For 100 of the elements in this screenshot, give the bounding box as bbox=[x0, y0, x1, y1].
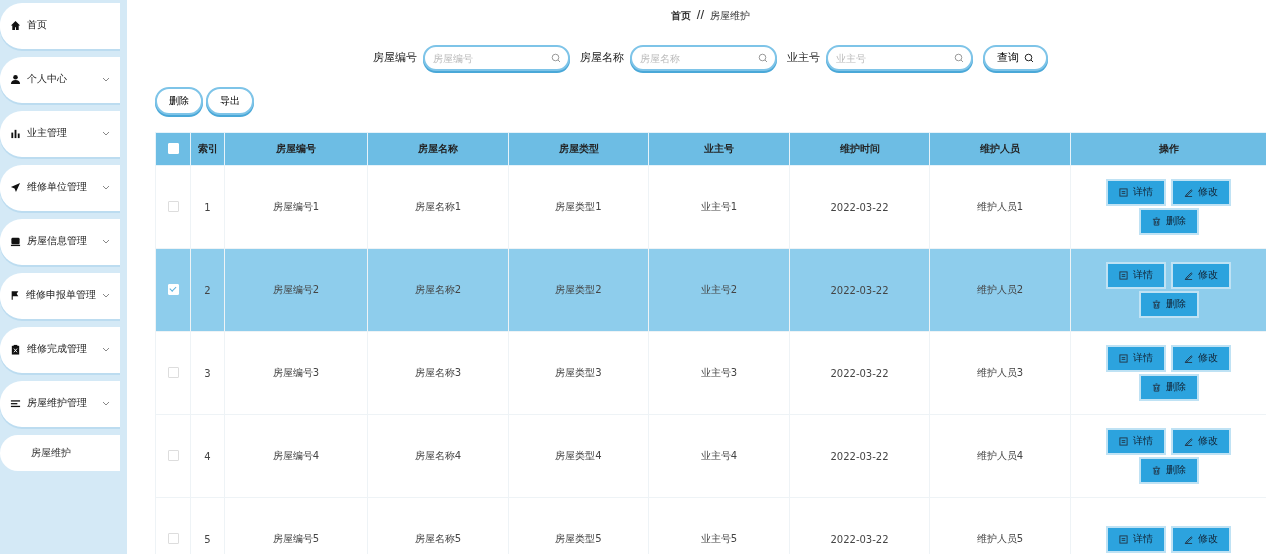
breadcrumb-current: 房屋维护 bbox=[710, 9, 751, 23]
device-icon bbox=[10, 235, 21, 247]
table-cell: 房屋名称2 bbox=[414, 284, 462, 295]
delete-button[interactable]: 删除 bbox=[1140, 459, 1197, 482]
table-cell: 维护人员1 bbox=[976, 201, 1024, 212]
table-cell: 3 bbox=[204, 367, 211, 379]
table-cell: 房屋名称1 bbox=[414, 201, 462, 212]
table-cell: 房屋类型2 bbox=[555, 284, 602, 295]
table-cell: 5 bbox=[204, 533, 211, 545]
checkbox[interactable] bbox=[167, 532, 179, 544]
breadcrumb-link[interactable]: 首页 bbox=[670, 9, 691, 23]
detail-button[interactable]: 详情 bbox=[1108, 264, 1164, 287]
delete-button[interactable]: 删除 bbox=[1140, 210, 1197, 233]
table-cell: 房屋类型5 bbox=[555, 533, 602, 544]
column-header: 房屋编号 bbox=[276, 142, 316, 154]
detail-button[interactable]: 详情 bbox=[1108, 347, 1164, 370]
table-cell: 房屋名称4 bbox=[414, 450, 462, 461]
document-icon bbox=[1119, 188, 1128, 197]
chevron-icon bbox=[102, 238, 110, 244]
clipboard-icon bbox=[10, 343, 21, 355]
detail-button[interactable]: 详情 bbox=[1108, 430, 1164, 453]
checkbox[interactable] bbox=[167, 366, 179, 378]
column-header: 业主号 bbox=[704, 142, 734, 154]
edit-button[interactable]: 修改 bbox=[1173, 264, 1229, 287]
table-cell: 房屋编号1 bbox=[272, 201, 320, 212]
edit-button[interactable]: 修改 bbox=[1173, 181, 1229, 204]
table-cell: 房屋类型1 bbox=[555, 201, 602, 212]
document-icon bbox=[1119, 534, 1128, 544]
edit-button[interactable]: 修改 bbox=[1173, 430, 1229, 453]
user-icon bbox=[10, 73, 21, 85]
search-field[interactable]: 房屋编号 bbox=[423, 45, 570, 71]
chevron-icon bbox=[102, 292, 110, 298]
table-cell: 业主号4 bbox=[700, 450, 738, 461]
chevron-icon bbox=[102, 184, 110, 190]
table-cell: 房屋编号5 bbox=[272, 533, 320, 544]
toolbar-button[interactable]: 导出 bbox=[206, 87, 254, 115]
checkbox[interactable] bbox=[167, 449, 179, 461]
edit-button[interactable]: 修改 bbox=[1173, 347, 1229, 370]
table-cell: 2 bbox=[204, 284, 211, 296]
trash-icon bbox=[1151, 217, 1161, 226]
pen-icon bbox=[1184, 354, 1193, 363]
column-header: 房屋类型 bbox=[558, 142, 599, 154]
search-button[interactable]: 查询 bbox=[983, 45, 1048, 71]
pen-icon bbox=[1184, 271, 1193, 280]
chevron-icon bbox=[102, 76, 110, 82]
list-icon bbox=[10, 397, 21, 409]
search-icon bbox=[954, 53, 964, 63]
flag-icon bbox=[10, 289, 20, 301]
checkbox[interactable] bbox=[167, 200, 179, 212]
table-cell: 房屋编号2 bbox=[272, 284, 320, 295]
chevron-icon bbox=[102, 130, 110, 136]
edit-button[interactable]: 修改 bbox=[1173, 527, 1229, 551]
delete-button[interactable]: 删除 bbox=[1140, 293, 1197, 316]
table-cell: 房屋名称5 bbox=[414, 533, 462, 544]
detail-button[interactable]: 详情 bbox=[1108, 527, 1164, 551]
table-cell: 2022-03-22 bbox=[830, 367, 889, 379]
chevron-icon bbox=[102, 346, 110, 352]
field-label: 业主号 bbox=[787, 51, 820, 65]
home-icon bbox=[10, 19, 21, 31]
trash-icon bbox=[1151, 300, 1161, 309]
search-icon bbox=[1024, 53, 1034, 63]
column-header: 操作 bbox=[1158, 142, 1179, 154]
document-icon bbox=[1119, 437, 1128, 446]
chevron-icon bbox=[102, 400, 110, 406]
table-cell: 房屋名称3 bbox=[414, 367, 462, 378]
column-header: 维护人员 bbox=[980, 142, 1020, 154]
search-icon bbox=[551, 53, 561, 63]
table-cell: 房屋类型3 bbox=[555, 367, 602, 378]
pen-icon bbox=[1184, 534, 1193, 544]
table-cell: 业主号1 bbox=[700, 201, 738, 212]
delete-button[interactable]: 删除 bbox=[1140, 376, 1197, 399]
column-header: 房屋名称 bbox=[418, 142, 458, 154]
table-cell: 业主号2 bbox=[700, 284, 738, 295]
table-cell: 2022-03-22 bbox=[830, 450, 889, 462]
table-cell: 业主号3 bbox=[700, 367, 738, 378]
toolbar-button[interactable]: 删除 bbox=[155, 87, 203, 115]
table-cell: 2022-03-22 bbox=[830, 284, 889, 296]
table-cell: 2022-03-22 bbox=[830, 201, 889, 213]
table-cell: 房屋类型4 bbox=[555, 450, 602, 461]
breadcrumb-separator: // bbox=[696, 9, 705, 22]
trash-icon bbox=[1151, 466, 1161, 475]
table-cell: 维护人员3 bbox=[976, 367, 1024, 378]
table-cell: 房屋编号3 bbox=[272, 367, 320, 378]
table-cell: 维护人员4 bbox=[976, 450, 1024, 461]
search-icon bbox=[758, 53, 768, 63]
search-field[interactable]: 房屋名称 bbox=[630, 45, 777, 71]
field-label: 房屋名称 bbox=[580, 51, 624, 65]
table-cell: 1 bbox=[204, 201, 211, 213]
document-icon bbox=[1119, 354, 1128, 363]
table-cell: 2022-03-22 bbox=[830, 533, 889, 545]
table-cell: 维护人员5 bbox=[976, 533, 1024, 544]
pen-icon bbox=[1184, 437, 1193, 446]
field-label: 房屋编号 bbox=[373, 51, 417, 65]
table-cell: 业主号5 bbox=[700, 533, 738, 544]
plane-icon bbox=[10, 181, 21, 193]
submenu-item[interactable]: 房屋维护 bbox=[0, 435, 120, 471]
table-cell: 房屋编号4 bbox=[272, 450, 320, 461]
pen-icon bbox=[1184, 188, 1193, 197]
detail-button[interactable]: 详情 bbox=[1108, 181, 1164, 204]
document-icon bbox=[1119, 271, 1128, 280]
